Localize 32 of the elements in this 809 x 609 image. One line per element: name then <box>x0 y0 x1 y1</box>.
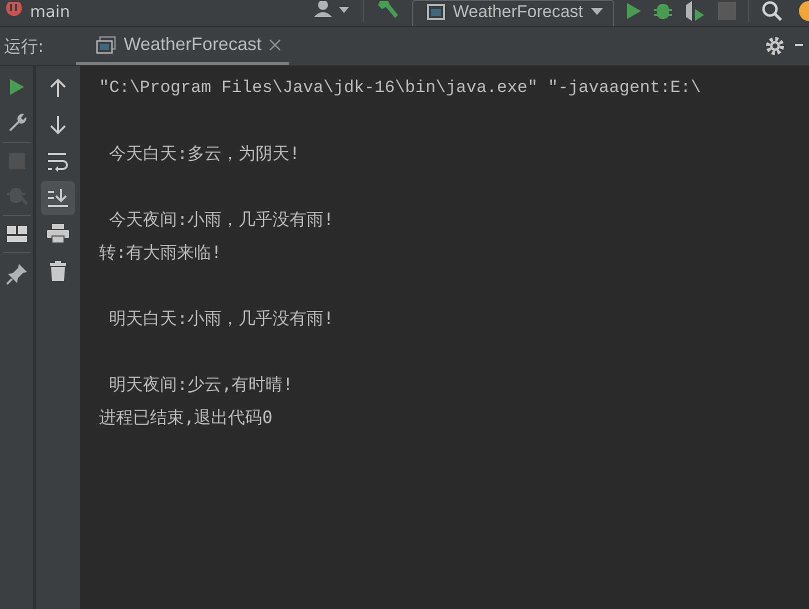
window-icon <box>426 4 445 20</box>
layout-icon[interactable] <box>6 226 26 242</box>
console-line: 明天白天:小雨，几乎没有雨! <box>108 308 335 331</box>
close-icon[interactable] <box>269 38 282 50</box>
caret-icon <box>591 8 603 16</box>
minimize-icon[interactable] <box>795 44 803 48</box>
bug-icon[interactable] <box>654 1 672 21</box>
trash-icon[interactable] <box>50 261 66 281</box>
console-line: "C:\Program Files\Java\jdk-16\bin\java.exe" "-javaagent:E:\ <box>99 78 702 100</box>
search-icon[interactable] <box>761 0 783 22</box>
scroll-to-end-icon <box>48 188 68 208</box>
console-line: 明天夜间:少云,有时晴! <box>108 374 294 397</box>
print-icon[interactable] <box>47 224 69 244</box>
console-line: 进程已结束,退出代码0 <box>99 407 274 430</box>
up-arrow-icon[interactable] <box>50 78 66 98</box>
window-icon <box>96 36 116 54</box>
settings-icon[interactable] <box>765 36 785 56</box>
coverage-icon[interactable] <box>684 1 706 21</box>
run-panel-label: 运行: <box>4 36 44 58</box>
wrap-icon[interactable] <box>48 152 68 172</box>
wrench-icon[interactable] <box>6 112 26 132</box>
run-config-dropdown[interactable]: WeatherForecast <box>412 0 614 26</box>
scroll-to-end-button[interactable] <box>41 181 75 215</box>
branch-name[interactable]: main <box>30 4 70 20</box>
console-line: 今天白天:多云，为阴天! <box>108 143 301 166</box>
console-line: 今天夜间:小雨，几乎没有雨! <box>108 209 335 232</box>
console-line: 转:有大雨来临! <box>99 242 222 265</box>
down-arrow-icon[interactable] <box>50 115 66 135</box>
pin-icon[interactable] <box>6 263 28 285</box>
run-icon[interactable] <box>8 78 24 96</box>
hammer-icon[interactable] <box>376 1 400 21</box>
run-icon[interactable] <box>626 2 642 20</box>
